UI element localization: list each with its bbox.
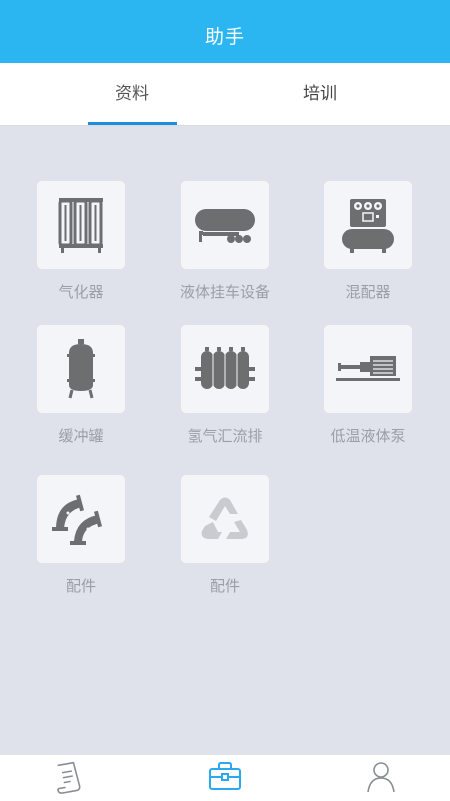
mixer-icon: [342, 199, 394, 253]
item-label: 氢气汇流排: [187, 427, 263, 445]
recycle-icon: [201, 497, 248, 539]
tile-cryogenic-pump: [324, 325, 412, 413]
tab-materials[interactable]: 资料: [88, 63, 176, 125]
item-label: 低温液体泵: [330, 427, 406, 445]
nav-profile[interactable]: [356, 761, 406, 801]
grid-item-tank-trailer[interactable]: 液体挂车设备: [160, 181, 290, 302]
tile-fittings: [37, 475, 125, 563]
equipment-grid: 气化器 液体挂车设备 混配器 缓冲罐 氢气汇流排 低温液体泵 配件 配件: [0, 126, 450, 754]
item-label: 液体挂车设备: [179, 283, 270, 301]
bottom-navigation: [0, 754, 450, 801]
tab-training[interactable]: 培训: [276, 63, 364, 125]
tank-trailer-icon: [195, 209, 255, 243]
active-tab-indicator: [88, 122, 177, 125]
grid-item-mixer[interactable]: 混配器: [303, 181, 433, 302]
item-label: 气化器: [58, 283, 104, 301]
document-icon: [57, 761, 81, 794]
item-label: 缓冲罐: [58, 427, 104, 445]
grid-item-buffer-tank[interactable]: 缓冲罐: [16, 325, 146, 446]
user-icon: [367, 762, 395, 793]
tile-parts: [181, 475, 269, 563]
tile-hydrogen-manifold: [181, 325, 269, 413]
grid-item-fittings[interactable]: 配件: [16, 475, 146, 596]
status-bar: [0, 0, 450, 18]
grid-item-parts[interactable]: 配件: [160, 475, 290, 596]
vaporizer-icon: [58, 198, 103, 253]
tab-bar: 资料 培训: [0, 63, 450, 126]
fittings-icon: [52, 494, 103, 545]
page-title: 助手: [204, 26, 245, 48]
item-label: 混配器: [345, 283, 391, 301]
app-header: 助手: [0, 0, 450, 63]
grid-item-hydrogen-manifold[interactable]: 氢气汇流排: [160, 325, 290, 446]
tile-mixer: [324, 181, 412, 269]
tile-buffer-tank: [37, 325, 125, 413]
grid-item-cryogenic-pump[interactable]: 低温液体泵: [303, 325, 433, 446]
grid-item-vaporizer[interactable]: 气化器: [16, 181, 146, 302]
tile-tank-trailer: [181, 181, 269, 269]
item-label: 配件: [65, 577, 96, 595]
hydrogen-manifold-icon: [195, 347, 255, 389]
nav-assistant[interactable]: [200, 761, 250, 801]
cryogenic-pump-icon: [336, 356, 400, 381]
nav-documents[interactable]: [42, 761, 92, 801]
item-label: 配件: [209, 577, 240, 595]
briefcase-icon: [209, 762, 241, 790]
tile-vaporizer: [37, 181, 125, 269]
buffer-tank-icon: [67, 339, 95, 399]
